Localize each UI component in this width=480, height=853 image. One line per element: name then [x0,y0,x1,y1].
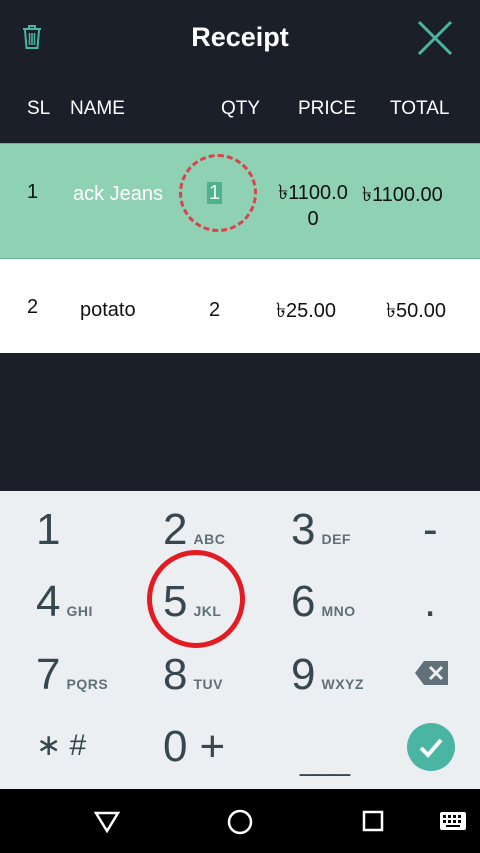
keyboard-icon[interactable] [440,812,466,830]
close-icon[interactable] [416,19,454,57]
key-digit: 7 [36,650,61,699]
key-letters: DEF [321,531,351,547]
key-plus: + [199,722,226,771]
column-header-price: PRICE [298,98,357,119]
key-star-hash[interactable]: ∗ # [36,728,86,763]
page-title: Receipt [191,22,289,52]
key-letters: MNO [321,603,356,619]
key-digit: 0 [163,722,188,771]
key-letters: GHI [66,603,93,619]
key-dot[interactable]: . [424,580,436,624]
key-7[interactable]: 7 PQRS [36,653,108,697]
key-9[interactable]: 9 WXYZ [291,653,364,697]
key-2[interactable]: 2 ABC [163,508,225,552]
key-space[interactable]: ___ [300,744,350,778]
key-4[interactable]: 4 GHI [36,580,93,624]
key-3[interactable]: 3 DEF [291,508,351,552]
qty-field[interactable]: 2 [209,299,220,322]
recents-icon[interactable] [362,810,384,832]
table-row-selected[interactable]: 1 Black Jeans 1 ৳1100.0 0 ৳1100.00 [0,143,480,259]
key-8[interactable]: 8 TUV [163,653,223,697]
key-digit: 6 [291,577,316,626]
key-letters: WXYZ [321,676,364,692]
column-header-name: NAME [70,98,125,119]
key-digit: 9 [291,650,316,699]
row-price: ৳25.00 [276,300,337,322]
key-letters: ABC [193,531,226,547]
key-6[interactable]: 6 MNO [291,580,356,624]
key-digit: 4 [36,577,61,626]
tap-indicator-circle [147,550,245,648]
column-header-qty: QTY [221,98,261,119]
table-row[interactable]: 2 potato 2 ৳25.00 ৳50.00 [0,259,480,353]
row-sl: 2 [27,296,39,318]
price-line-1: ৳1100.0 [278,182,348,204]
home-icon[interactable] [227,809,253,835]
checkmark-icon [419,738,443,758]
app-header: Receipt [0,0,480,78]
key-letters: PQRS [66,676,109,692]
key-minus[interactable]: - [423,508,438,552]
back-icon[interactable] [94,811,120,833]
key-1[interactable]: 1 [36,508,60,552]
done-button[interactable] [407,723,455,771]
key-digit: 8 [163,650,188,699]
system-navbar [0,789,480,853]
column-header-sl: SL [27,98,51,119]
qty-value: 1 [207,182,223,204]
row-name: Black Jeans [73,183,163,205]
key-digit: - [423,505,438,554]
row-total: ৳50.00 [386,300,447,322]
row-sl: 1 [27,181,39,203]
key-digit: 1 [36,505,61,554]
row-total: ৳1100.00 [362,184,443,206]
qty-field[interactable]: 1 [207,182,223,205]
key-digit: 3 [291,505,316,554]
row-price: ৳1100.0 0 [268,180,358,232]
price-line-2: 0 [307,208,319,230]
key-digit: . [424,577,437,626]
row-name: potato [80,299,136,321]
key-letters: TUV [193,676,223,692]
column-header-total: TOTAL [390,98,450,119]
backspace-icon[interactable] [414,660,450,686]
key-digit: 2 [163,505,188,554]
key-0[interactable]: 0 + [163,725,225,769]
